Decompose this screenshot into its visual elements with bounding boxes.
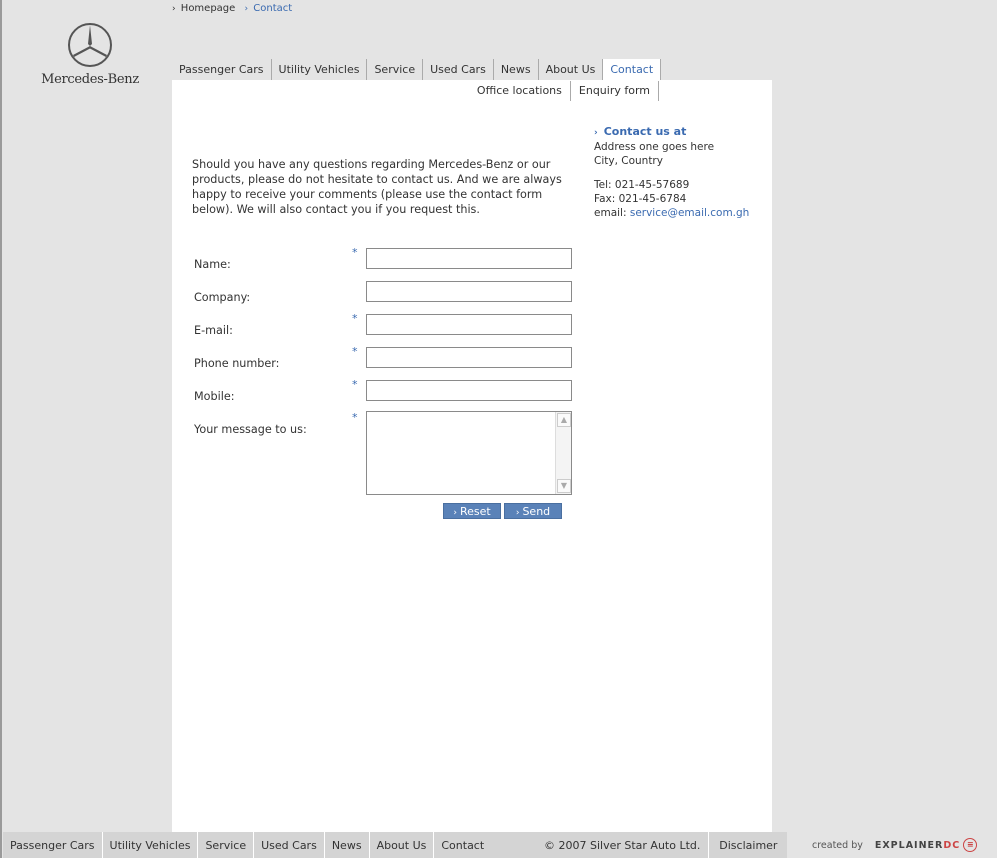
footer-link-about-us[interactable]: About Us bbox=[369, 832, 435, 858]
intro-text: Should you have any questions regarding … bbox=[192, 158, 562, 216]
tab-contact[interactable]: Contact bbox=[602, 59, 662, 80]
telephone: Tel: 021-45-57689 bbox=[594, 179, 690, 191]
footer-link-passenger-cars[interactable]: Passenger Cars bbox=[3, 832, 103, 858]
form-row-email: E-mail: * bbox=[194, 312, 574, 345]
phone-label: Phone number: bbox=[194, 357, 280, 370]
reset-button[interactable]: › Reset bbox=[443, 503, 501, 519]
tab-utility-vehicles[interactable]: Utility Vehicles bbox=[272, 59, 368, 80]
email-prefix: email: bbox=[594, 207, 627, 219]
tab-used-cars[interactable]: Used Cars bbox=[423, 59, 494, 80]
address-line-1: Address one goes here bbox=[594, 141, 715, 153]
message-scrollbar[interactable]: ▲ ▼ bbox=[555, 412, 571, 494]
subnav-enquiry-form[interactable]: Enquiry form bbox=[571, 81, 659, 101]
email-link[interactable]: service@email.com.gh bbox=[630, 207, 750, 219]
chevron-right-icon: › bbox=[244, 4, 249, 14]
subnav-office-locations[interactable]: Office locations bbox=[469, 81, 571, 101]
footer-copyright: Contact © 2007 Silver Star Auto Ltd. bbox=[434, 832, 710, 858]
credit-brand[interactable]: EXPLAINERDC bbox=[875, 840, 960, 851]
form-row-mobile: Mobile: * bbox=[194, 378, 574, 411]
footer-link-contact[interactable]: Contact bbox=[441, 832, 484, 858]
main-navigation: Passenger Cars Utility Vehicles Service … bbox=[172, 59, 662, 80]
fax: Fax: 021-45-6784 bbox=[594, 193, 687, 205]
send-button[interactable]: › Send bbox=[504, 503, 562, 519]
chevron-right-icon: › bbox=[515, 508, 520, 518]
content-panel: Office locations Enquiry form Should you… bbox=[172, 80, 772, 832]
tab-news[interactable]: News bbox=[494, 59, 539, 80]
form-row-message: Your message to us: * ▲ ▼ bbox=[194, 411, 574, 501]
breadcrumb: › Homepage › Contact bbox=[172, 3, 298, 14]
phone-field[interactable] bbox=[366, 347, 572, 368]
required-mark: * bbox=[352, 378, 358, 391]
message-textarea[interactable]: ▲ ▼ bbox=[366, 411, 572, 495]
message-label: Your message to us: bbox=[194, 423, 307, 436]
tab-about-us[interactable]: About Us bbox=[539, 59, 603, 80]
contact-info: › Contact us at Address one goes here Cit… bbox=[594, 125, 764, 220]
scroll-down-icon[interactable]: ▼ bbox=[557, 479, 571, 493]
mercedes-star-icon bbox=[68, 23, 112, 67]
company-field[interactable] bbox=[366, 281, 572, 302]
chevron-right-icon: › bbox=[594, 128, 598, 138]
contact-heading: › Contact us at bbox=[594, 125, 687, 138]
form-buttons: › Reset › Send bbox=[443, 503, 562, 519]
email-line: email: service@email.com.gh bbox=[594, 206, 764, 220]
explainer-logo-icon: ≡ bbox=[963, 838, 978, 852]
chevron-right-icon: › bbox=[172, 4, 176, 14]
sub-navigation: Office locations Enquiry form bbox=[469, 81, 659, 101]
contact-form: Name: * Company: E-mail: * Phone number:… bbox=[194, 246, 574, 501]
credit-text: created by bbox=[812, 839, 863, 851]
mobile-field[interactable] bbox=[366, 380, 572, 401]
footer-link-service[interactable]: Service bbox=[198, 832, 255, 858]
brand-wordmark: Mercedes-Benz bbox=[41, 72, 139, 87]
mobile-label: Mobile: bbox=[194, 390, 235, 403]
footer-link-utility-vehicles[interactable]: Utility Vehicles bbox=[102, 832, 199, 858]
breadcrumb-homepage[interactable]: › Homepage bbox=[172, 3, 235, 14]
required-mark: * bbox=[352, 411, 358, 424]
form-row-company: Company: bbox=[194, 279, 574, 312]
footer-bar: Passenger Cars Utility Vehicles Service … bbox=[3, 832, 788, 858]
required-mark: * bbox=[352, 246, 358, 259]
footer-disclaimer[interactable]: Disclaimer bbox=[709, 832, 788, 858]
tab-service[interactable]: Service bbox=[367, 59, 424, 80]
scroll-up-icon[interactable]: ▲ bbox=[557, 413, 571, 427]
breadcrumb-contact[interactable]: › Contact bbox=[245, 3, 293, 14]
footer-link-news[interactable]: News bbox=[324, 832, 370, 858]
chevron-right-icon: › bbox=[453, 508, 457, 518]
name-field[interactable] bbox=[366, 248, 572, 269]
form-row-name: Name: * bbox=[194, 246, 574, 279]
footer-link-used-cars[interactable]: Used Cars bbox=[254, 832, 325, 858]
brand-logo[interactable]: Mercedes-Benz bbox=[40, 22, 140, 87]
address-line-2: City, Country bbox=[594, 155, 663, 167]
required-mark: * bbox=[352, 345, 358, 358]
tab-passenger-cars[interactable]: Passenger Cars bbox=[172, 59, 272, 80]
left-border bbox=[0, 0, 2, 858]
credit: created by EXPLAINERDC ≡ bbox=[812, 838, 978, 852]
name-label: Name: bbox=[194, 258, 231, 271]
company-label: Company: bbox=[194, 291, 251, 304]
email-label: E-mail: bbox=[194, 324, 233, 337]
form-row-phone: Phone number: * bbox=[194, 345, 574, 378]
required-mark: * bbox=[352, 312, 358, 325]
email-field[interactable] bbox=[366, 314, 572, 335]
